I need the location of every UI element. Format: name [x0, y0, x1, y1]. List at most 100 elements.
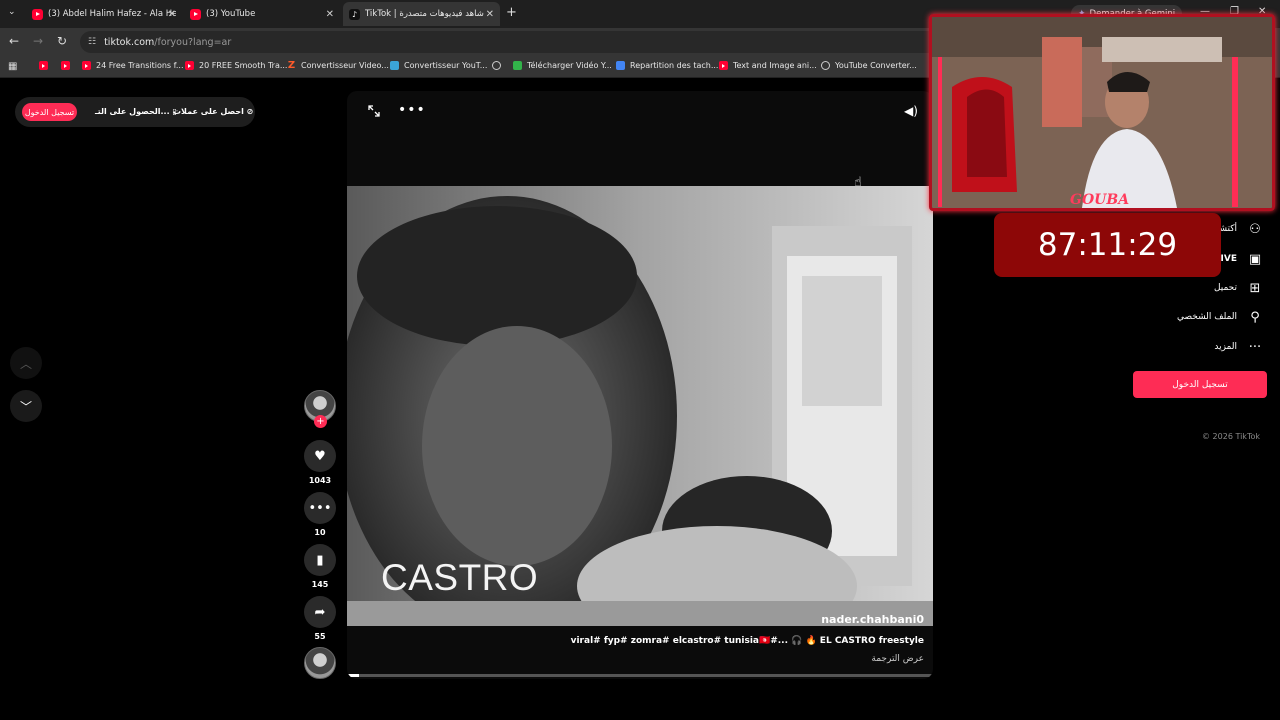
video-text-overlay: CASTRO	[381, 557, 539, 598]
browser-tab-2[interactable]: (3) YouTube ✕	[184, 2, 340, 26]
volume-icon[interactable]: ◀)	[904, 104, 918, 118]
bookmark-8[interactable]: Télécharger Vidéo Y...	[513, 61, 612, 70]
browser-tab-3[interactable]: ♪ شاهد فيديوهات متصدرة | TikTok ✕	[343, 2, 500, 26]
sidebar-item-more[interactable]: المزيد ···	[1214, 339, 1263, 355]
webcam-overlay	[929, 14, 1275, 211]
close-icon[interactable]: ✕	[326, 9, 334, 20]
globe-icon	[821, 61, 830, 70]
bookmark-label: Télécharger Vidéo Y...	[527, 61, 612, 70]
sidebar-login-button[interactable]: تسجيل الدخول	[1133, 371, 1267, 398]
youtube-icon	[61, 61, 70, 70]
tab-title: شاهد فيديوهات متصدرة | TikTok	[365, 9, 484, 19]
comment-icon[interactable]: •••	[304, 492, 336, 524]
sidebar-item-profile[interactable]: الملف الشخصي ⚲	[1177, 309, 1263, 325]
live-icon: ▣	[1248, 251, 1262, 267]
new-tab-icon[interactable]: +	[506, 5, 517, 20]
youtube-icon	[32, 8, 43, 20]
like-count: 1043	[308, 476, 332, 485]
get-app-button[interactable]: الحصول على التـ... ▯	[95, 107, 177, 116]
youtube-icon	[82, 61, 91, 70]
bookmark-7[interactable]	[492, 61, 506, 70]
webcam-image	[932, 17, 1272, 208]
close-icon[interactable]: ✕	[168, 9, 176, 20]
more-icon: ···	[1248, 339, 1262, 355]
tab-title: (3) YouTube	[206, 9, 256, 19]
video-description[interactable]: viral# fyp# zomra# elcastro# tunisia🇹🇳#.…	[571, 636, 924, 646]
forward-icon[interactable]: →	[33, 35, 43, 47]
bookmark-label: Text and Image ani...	[733, 61, 817, 70]
bookmark-label: Repartition des tach...	[630, 61, 719, 70]
chevron-up-icon: ︿	[19, 356, 32, 371]
stream-watermark: GOUBA	[1070, 192, 1129, 208]
stream-timer: 87:11:29	[994, 213, 1221, 277]
close-icon[interactable]: ✕	[486, 9, 494, 20]
see-translation-link[interactable]: عرض الترجمة	[871, 654, 924, 664]
bookmark-11[interactable]: YouTube Converter...	[821, 61, 917, 70]
tab-search-icon[interactable]: ⌄	[8, 7, 16, 17]
bookmark-9[interactable]: Repartition des tach...	[616, 61, 718, 70]
save-count: 145	[311, 580, 329, 589]
follow-plus-icon[interactable]: +	[314, 415, 327, 428]
site-info-icon[interactable]: ☷	[88, 37, 96, 47]
bookmark-label: Convertisseur Video...	[301, 61, 389, 70]
youtube-icon	[719, 61, 728, 70]
sidebar-item-label: المزيد	[1214, 342, 1237, 352]
video-progress-fill	[347, 674, 359, 677]
bookmark-icon[interactable]: ▮	[304, 544, 336, 576]
bookmark-6[interactable]: Convertisseur YouT...	[390, 61, 487, 70]
youtube-icon	[185, 61, 194, 70]
tiktok-icon: ♪	[349, 8, 360, 20]
previous-video-button[interactable]: ︿	[10, 347, 42, 379]
apps-grid-icon[interactable]: ▦	[8, 61, 17, 72]
bookmark-label: 20 FREE Smooth Tra...	[199, 61, 288, 70]
next-video-button[interactable]: ﹀	[10, 390, 42, 422]
video-progress-bar[interactable]	[347, 674, 933, 677]
bookmark-4[interactable]: 20 FREE Smooth Tra...	[185, 61, 287, 70]
share-icon[interactable]: ➦	[304, 596, 336, 628]
browser-tab-1[interactable]: (3) Abdel Halim Hafez - Ala He ✕	[26, 2, 182, 26]
get-coins-button[interactable]: احصل على عملات ⊘	[173, 107, 253, 116]
z-icon: Z	[287, 60, 296, 71]
address-path: /foryou?lang=ar	[154, 36, 232, 48]
get-coins-label: احصل على عملات	[173, 107, 244, 116]
sidebar-item-live[interactable]: LIVE ▣	[1215, 251, 1263, 267]
sidebar-item-upload[interactable]: تحميل ⊞	[1214, 280, 1263, 296]
comment-count: 10	[314, 528, 326, 537]
bookmark-5[interactable]: Z Convertisseur Video...	[287, 60, 389, 71]
converter-icon	[390, 61, 399, 70]
address-domain: tiktok.com	[104, 36, 155, 48]
like-action[interactable]: ♥ 1043	[302, 440, 338, 485]
bookmark-label: 24 Free Transitions f...	[96, 61, 184, 70]
copyright-text: © 2026 TikTok	[1202, 432, 1260, 441]
bookmark-10[interactable]: Text and Image ani...	[719, 61, 817, 70]
reload-icon[interactable]: ↻	[57, 35, 67, 47]
mouse-cursor-icon: ☝	[854, 175, 862, 190]
sidebar-item-label: تحميل	[1213, 283, 1237, 293]
top-login-button[interactable]: تسجيل الدخول	[22, 103, 77, 121]
coin-icon: ⊘	[246, 107, 254, 116]
fullscreen-icon[interactable]	[368, 105, 380, 117]
save-action[interactable]: ▮ 145	[302, 544, 338, 589]
share-count: 55	[314, 632, 326, 641]
get-app-label: الحصول على التـ...	[95, 107, 170, 116]
heart-icon[interactable]: ♥	[304, 440, 336, 472]
bookmark-2[interactable]	[61, 61, 75, 70]
share-action[interactable]: ➦ 55	[302, 596, 338, 641]
docs-icon	[616, 61, 625, 70]
sound-avatar[interactable]	[304, 647, 336, 679]
tab-title: (3) Abdel Halim Hafez - Ala He	[48, 9, 176, 19]
bookmark-1[interactable]	[39, 61, 53, 70]
globe-icon	[492, 61, 501, 70]
address-bar[interactable]: ☷ tiktok.com/foryou?lang=ar	[80, 31, 940, 53]
sidebar-item-label: الملف الشخصي	[1177, 312, 1237, 322]
chevron-down-icon: ﹀	[19, 399, 32, 414]
youtube-icon	[190, 8, 201, 20]
following-icon: ⚇	[1249, 221, 1261, 237]
more-options-icon[interactable]: •••	[398, 102, 426, 118]
comment-action[interactable]: ••• 10	[302, 492, 338, 537]
watermark-text: GOUBA	[1070, 192, 1130, 208]
back-icon[interactable]: ←	[9, 35, 19, 47]
bookmark-label: Convertisseur YouT...	[404, 61, 488, 70]
bookmark-3[interactable]: 24 Free Transitions f...	[82, 61, 184, 70]
video-author[interactable]: nader.chahbani0	[821, 613, 924, 626]
